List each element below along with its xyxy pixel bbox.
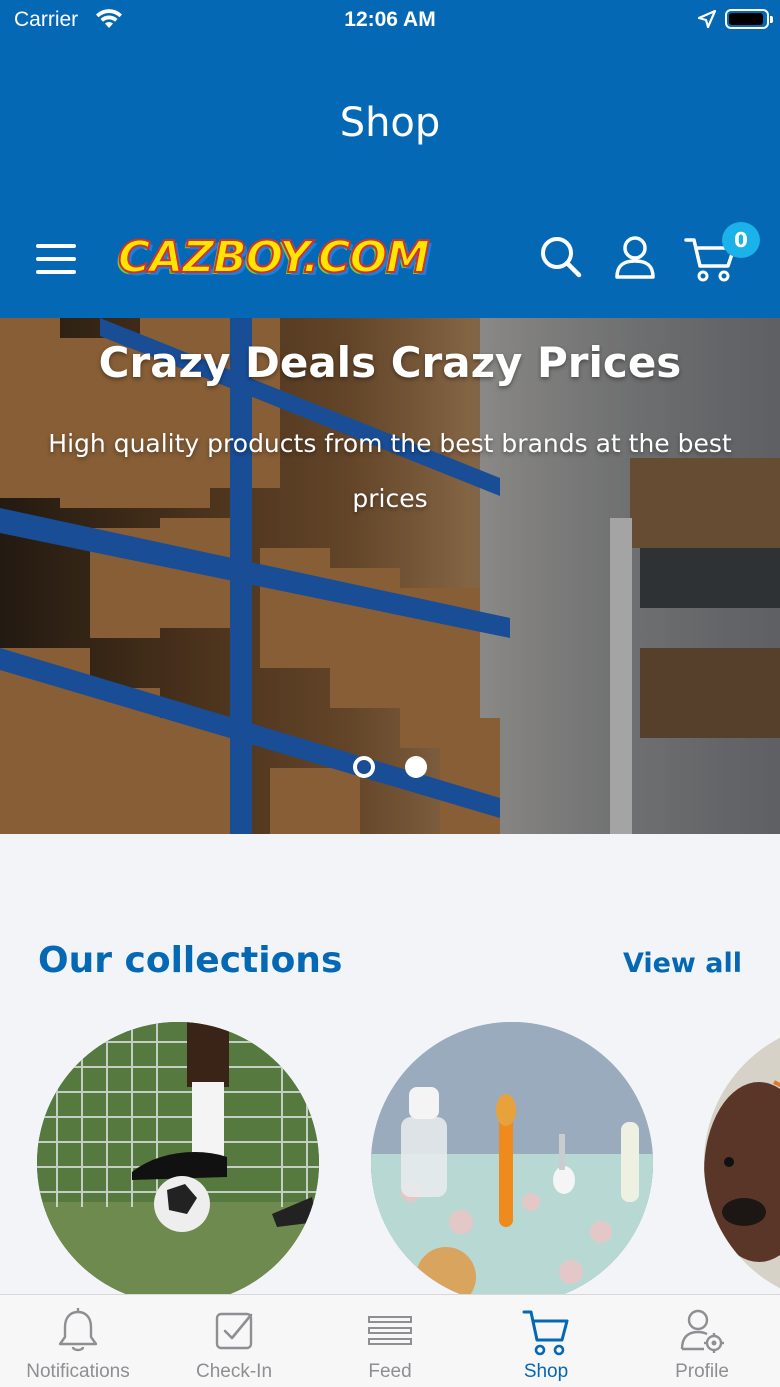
hero-subtitle: High quality products from the best bran… bbox=[48, 429, 732, 513]
tab-label: Notifications bbox=[26, 1361, 130, 1382]
bell-icon bbox=[58, 1308, 98, 1352]
tab-check-in[interactable]: Check-In bbox=[156, 1295, 312, 1387]
tab-label: Check-In bbox=[195, 1361, 273, 1382]
search-icon[interactable] bbox=[538, 234, 584, 280]
location-arrow-icon bbox=[697, 9, 717, 29]
cart-icon bbox=[522, 1310, 569, 1356]
tab-feed[interactable]: Feed bbox=[312, 1295, 468, 1387]
collections-heading: Our collections bbox=[38, 940, 343, 981]
store-toolbar: CAZBOY.COM 0 bbox=[0, 222, 780, 302]
baby-collection-image bbox=[371, 1022, 653, 1304]
carousel-dot-1[interactable] bbox=[353, 756, 375, 778]
menu-icon-bar bbox=[36, 270, 76, 274]
collection-item-soccer[interactable] bbox=[37, 1022, 319, 1304]
hero-banner[interactable]: Crazy Deals Crazy Prices High quality pr… bbox=[0, 318, 780, 834]
profile-settings-icon bbox=[680, 1309, 724, 1353]
view-all-link[interactable]: View all bbox=[623, 948, 742, 979]
page-title: Shop bbox=[339, 100, 441, 146]
menu-icon-bar bbox=[36, 244, 76, 248]
logo-text: CAZBOY.COM bbox=[117, 231, 431, 284]
app-screen: Carrier 12:06 AM Shop CAZBOY.COM 0 Crazy… bbox=[0, 0, 780, 1387]
tab-shop[interactable]: Shop bbox=[468, 1295, 624, 1387]
pets-collection-image bbox=[704, 1022, 780, 1304]
carousel-dot-2[interactable] bbox=[405, 756, 427, 778]
app-header: Carrier 12:06 AM Shop CAZBOY.COM 0 bbox=[0, 0, 780, 318]
status-bar: Carrier 12:06 AM bbox=[0, 0, 780, 40]
checkbox-icon bbox=[215, 1312, 253, 1350]
collection-item-baby[interactable] bbox=[371, 1022, 653, 1304]
feed-icon bbox=[368, 1316, 412, 1345]
clock: 12:06 AM bbox=[344, 8, 436, 31]
tab-bar: Notifications Check-In Feed Shop Profile bbox=[0, 1294, 780, 1387]
tab-notifications[interactable]: Notifications bbox=[0, 1295, 156, 1387]
menu-icon-bar bbox=[36, 257, 76, 261]
menu-button[interactable] bbox=[36, 242, 76, 276]
tab-profile[interactable]: Profile bbox=[624, 1295, 780, 1387]
soccer-collection-image bbox=[37, 1022, 319, 1304]
carousel-dots bbox=[0, 756, 780, 780]
cart-count-badge: 0 bbox=[722, 222, 760, 258]
account-icon[interactable] bbox=[612, 234, 658, 280]
tab-label: Feed bbox=[368, 1361, 412, 1382]
battery-icon bbox=[725, 9, 773, 29]
collection-item-pets[interactable] bbox=[704, 1022, 780, 1304]
tab-label: Shop bbox=[523, 1361, 569, 1382]
store-logo[interactable]: CAZBOY.COM bbox=[117, 231, 431, 292]
tab-label: Profile bbox=[675, 1361, 729, 1382]
hero-title: Crazy Deals Crazy Prices bbox=[98, 338, 682, 387]
